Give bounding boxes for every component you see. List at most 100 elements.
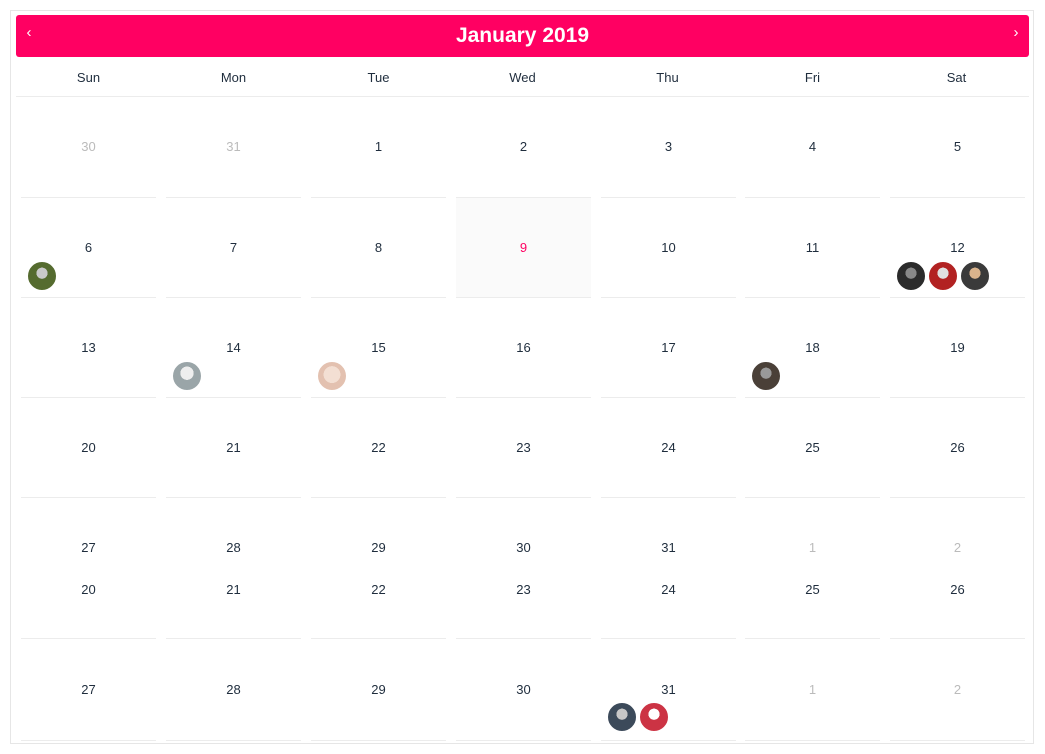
day-number: 17 bbox=[661, 340, 676, 355]
event-avatars bbox=[751, 361, 783, 391]
day-cell[interactable]: 25 bbox=[745, 539, 880, 639]
user-avatar[interactable] bbox=[751, 361, 781, 391]
day-number: 14 bbox=[226, 340, 241, 355]
day-number: 24 bbox=[661, 582, 676, 597]
day-cell[interactable]: 17 bbox=[601, 298, 736, 398]
day-cell[interactable]: 8 bbox=[311, 198, 446, 298]
day-cell[interactable]: 6 bbox=[21, 198, 156, 298]
day-cell[interactable]: 3 bbox=[601, 97, 736, 198]
day-cell[interactable]: 26 bbox=[890, 539, 1025, 639]
day-cell[interactable]: 30 bbox=[21, 97, 156, 198]
day-cell[interactable]: 15 bbox=[311, 298, 446, 398]
day-number: 30 bbox=[516, 682, 531, 697]
day-number: 22 bbox=[371, 440, 386, 455]
day-cell[interactable]: 28 bbox=[166, 498, 301, 555]
day-number: 2 bbox=[519, 139, 528, 154]
user-avatar[interactable] bbox=[928, 261, 958, 291]
day-cell[interactable]: 10 bbox=[601, 198, 736, 298]
day-number: 22 bbox=[371, 582, 386, 597]
weekday-label: Sat bbox=[946, 70, 967, 85]
weekday-label: Tue bbox=[367, 70, 390, 85]
day-cell[interactable]: 19 bbox=[890, 298, 1025, 398]
day-cell[interactable]: 5 bbox=[890, 97, 1025, 198]
day-number: 13 bbox=[81, 340, 96, 355]
day-number: 20 bbox=[81, 440, 96, 455]
day-cell[interactable]: 23 bbox=[456, 539, 591, 639]
day-number: 2 bbox=[953, 682, 962, 697]
day-cell[interactable]: 14 bbox=[166, 298, 301, 398]
day-cell[interactable]: 30 bbox=[456, 498, 591, 555]
day-number: 25 bbox=[805, 440, 820, 455]
day-number: 21 bbox=[226, 440, 241, 455]
day-cell[interactable]: 13 bbox=[21, 298, 156, 398]
weekday-label: Wed bbox=[509, 70, 536, 85]
day-number: 31 bbox=[661, 682, 676, 697]
day-number: 30 bbox=[81, 139, 96, 154]
day-cell[interactable]: 31 bbox=[166, 97, 301, 198]
day-cell[interactable]: 30 bbox=[456, 639, 591, 741]
cell-divider bbox=[311, 740, 446, 741]
event-avatars bbox=[896, 261, 992, 291]
day-cell[interactable]: 22 bbox=[311, 398, 446, 498]
day-number: 26 bbox=[950, 582, 965, 597]
day-cell[interactable]: 27 bbox=[21, 498, 156, 555]
day-cell[interactable]: 4 bbox=[745, 97, 880, 198]
day-number: 7 bbox=[229, 240, 238, 255]
day-number: 3 bbox=[664, 139, 673, 154]
day-cell[interactable]: 23 bbox=[456, 398, 591, 498]
day-number: 9 bbox=[519, 240, 528, 255]
event-avatars bbox=[607, 702, 671, 732]
day-number: 25 bbox=[805, 582, 820, 597]
day-cell[interactable]: 22 bbox=[311, 539, 446, 639]
day-cell[interactable]: 20 bbox=[21, 398, 156, 498]
day-cell[interactable]: 2 bbox=[890, 498, 1025, 555]
day-cell[interactable]: 12 bbox=[890, 198, 1025, 298]
day-cell[interactable]: 11 bbox=[745, 198, 880, 298]
day-cell[interactable]: 1 bbox=[745, 639, 880, 741]
user-avatar[interactable] bbox=[172, 361, 202, 391]
month-title: January 2019 bbox=[455, 24, 590, 47]
day-number: 16 bbox=[516, 340, 531, 355]
day-cell[interactable]: 21 bbox=[166, 398, 301, 498]
cell-divider bbox=[456, 740, 591, 741]
user-avatar[interactable] bbox=[27, 261, 57, 291]
day-number: 5 bbox=[953, 139, 962, 154]
day-cell[interactable]: 25 bbox=[745, 398, 880, 498]
day-cell[interactable]: 7 bbox=[166, 198, 301, 298]
user-avatar[interactable] bbox=[896, 261, 926, 291]
cell-divider bbox=[601, 740, 736, 741]
day-cell[interactable]: 28 bbox=[166, 639, 301, 741]
user-avatar[interactable] bbox=[607, 702, 637, 732]
day-cell[interactable]: 31 bbox=[601, 639, 736, 741]
weekday-label: Thu bbox=[656, 70, 679, 85]
day-cell[interactable]: 16 bbox=[456, 298, 591, 398]
day-number: 6 bbox=[84, 240, 93, 255]
day-cell[interactable]: 26 bbox=[890, 398, 1025, 498]
user-avatar[interactable] bbox=[317, 361, 347, 391]
day-cell[interactable]: 24 bbox=[601, 398, 736, 498]
day-cell[interactable]: 29 bbox=[311, 639, 446, 741]
day-number: 24 bbox=[661, 440, 676, 455]
day-cell[interactable]: 29 bbox=[311, 498, 446, 555]
next-month-button[interactable]: › bbox=[1003, 15, 1029, 51]
day-number: 12 bbox=[950, 240, 965, 255]
day-cell[interactable]: 9 bbox=[456, 198, 591, 298]
day-cell[interactable]: 1 bbox=[311, 97, 446, 198]
user-avatar[interactable] bbox=[639, 702, 669, 732]
day-number: 1 bbox=[374, 139, 383, 154]
day-number: 15 bbox=[371, 340, 386, 355]
user-avatar[interactable] bbox=[960, 261, 990, 291]
cell-divider bbox=[21, 740, 156, 741]
day-cell[interactable]: 2 bbox=[890, 639, 1025, 741]
day-cell[interactable]: 18 bbox=[745, 298, 880, 398]
weekday-label: Sun bbox=[76, 70, 101, 85]
day-cell[interactable]: 1 bbox=[745, 498, 880, 555]
day-cell[interactable]: 21 bbox=[166, 539, 301, 639]
day-cell[interactable]: 24 bbox=[601, 539, 736, 639]
day-cell[interactable]: 2 bbox=[456, 97, 591, 198]
event-avatars bbox=[172, 361, 204, 391]
cell-divider bbox=[890, 740, 1025, 741]
day-cell[interactable]: 20 bbox=[21, 539, 156, 639]
day-cell[interactable]: 31 bbox=[601, 498, 736, 555]
day-cell[interactable]: 27 bbox=[21, 639, 156, 741]
